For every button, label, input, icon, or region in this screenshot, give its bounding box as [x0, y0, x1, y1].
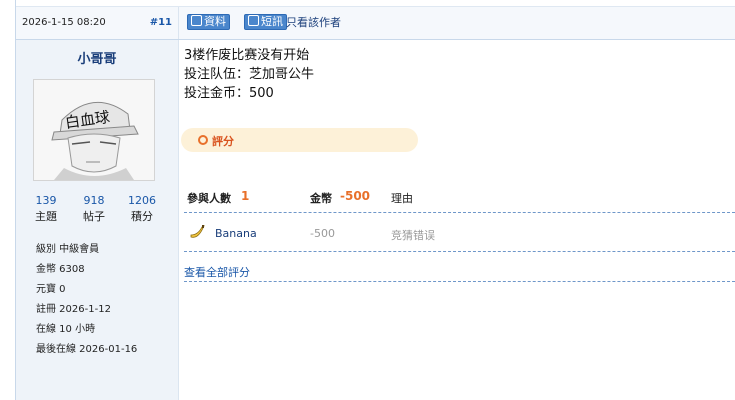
- rating-value: -500: [310, 227, 335, 240]
- info-registered: 註冊 2026-1-12: [36, 304, 111, 315]
- reason-label: 理由: [391, 192, 413, 205]
- post-content: 3楼作废比赛没有开始 投注队伍：芝加哥公牛 投注金币：500: [184, 46, 314, 103]
- participants-label: 參與人數: [187, 192, 231, 205]
- message-icon: [248, 15, 259, 26]
- post-date: 2026-1-15 08:20: [22, 17, 106, 28]
- view-all-ratings-link[interactable]: 查看全部評分: [184, 264, 735, 282]
- rate-icon: [198, 135, 208, 145]
- message-button[interactable]: 短訊: [244, 14, 287, 30]
- info-level: 級別 中級會員: [36, 244, 100, 255]
- stat-label: 帖子: [83, 210, 105, 223]
- stat-points[interactable]: 1206 積分: [117, 194, 167, 224]
- coins-total: -500: [340, 189, 371, 203]
- info-online: 在線 10 小時: [36, 324, 96, 335]
- stat-topics[interactable]: 139 主題: [21, 194, 71, 224]
- info-ingots: 元寶 0: [36, 284, 66, 295]
- avatar-image: 白血球: [34, 80, 154, 180]
- post-frame: 2026-1-15 08:20 #11 資料 短訊 只看該作者 小哥哥 白血球: [0, 0, 735, 400]
- author-sidebar: 小哥哥 白血球 139 主題 918 帖子 1206 積分 級別 中級會員 金幣…: [16, 40, 179, 400]
- participants-count: 1: [241, 189, 250, 203]
- floor-number[interactable]: #11: [150, 17, 172, 28]
- rate-button[interactable]: 評分: [181, 128, 418, 152]
- profile-button-label: 資料: [204, 15, 226, 28]
- stat-value: 139: [35, 194, 57, 207]
- author-name[interactable]: 小哥哥: [16, 48, 178, 67]
- stat-value: 1206: [128, 194, 156, 207]
- profile-icon: [191, 15, 202, 26]
- stat-label: 主題: [35, 210, 57, 223]
- coins-label: 金幣: [310, 192, 332, 205]
- profile-button[interactable]: 資料: [187, 14, 230, 30]
- stat-label: 積分: [131, 210, 153, 223]
- stat-value: 918: [83, 194, 105, 207]
- rating-header: 參與人數 1 金幣 -500 理由: [184, 180, 735, 213]
- stat-posts[interactable]: 918 帖子: [69, 194, 119, 224]
- rate-label: 評分: [212, 135, 234, 148]
- banana-icon: [190, 225, 205, 238]
- rating-row: Banana -500 竞猜错误: [184, 213, 735, 252]
- info-coins: 金幣 6308: [36, 264, 85, 275]
- avatar[interactable]: 白血球: [33, 79, 155, 181]
- post-meta: 2026-1-15 08:20 #11: [16, 7, 179, 39]
- rater-name[interactable]: Banana: [215, 227, 257, 240]
- only-author-link[interactable]: 只看該作者: [286, 14, 341, 30]
- post-header: 2026-1-15 08:20 #11 資料 短訊 只看該作者: [16, 7, 735, 40]
- rating-reason: 竞猜错误: [391, 229, 435, 242]
- author-info: 級別 中級會員 金幣 6308 元寶 0 註冊 2026-1-12 在線 10 …: [36, 240, 137, 360]
- info-last-online: 最後在線 2026-01-16: [36, 344, 138, 355]
- content-line: 投注金币：500: [184, 86, 274, 101]
- content-line: 3楼作废比赛没有开始: [184, 48, 310, 63]
- content-line: 投注队伍：芝加哥公牛: [184, 67, 315, 82]
- message-button-label: 短訊: [261, 15, 283, 28]
